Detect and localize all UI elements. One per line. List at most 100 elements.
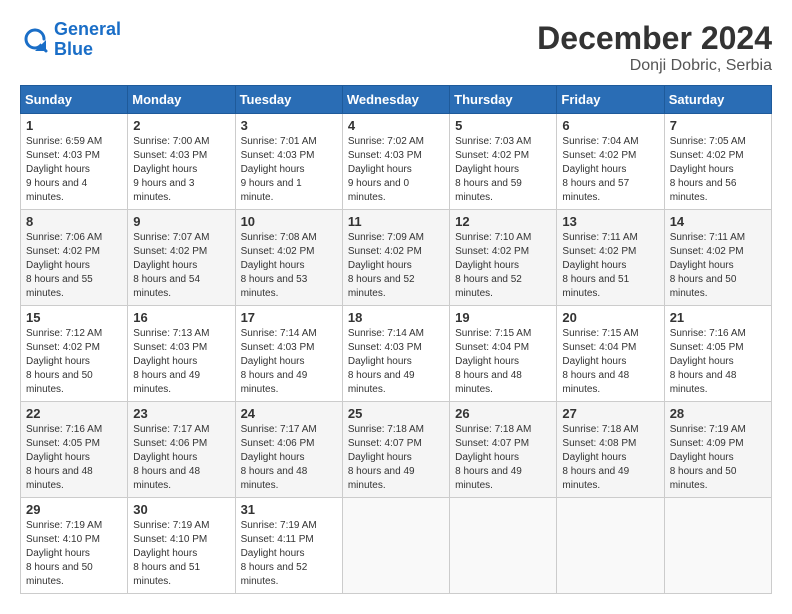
cell-content: Sunrise: 7:16 AMSunset: 4:05 PMDaylight …	[26, 423, 122, 493]
week-row-4: 22 Sunrise: 7:16 AMSunset: 4:05 PMDayligh…	[21, 402, 772, 498]
day-number: 6	[562, 118, 658, 133]
day-number: 15	[26, 310, 122, 325]
calendar-cell: 26 Sunrise: 7:18 AMSunset: 4:07 PMDayligh…	[450, 402, 557, 498]
day-number: 11	[348, 214, 444, 229]
calendar-cell: 24 Sunrise: 7:17 AMSunset: 4:06 PMDayligh…	[235, 402, 342, 498]
week-row-3: 15Sunrise: 7:12 AMSunset: 4:02 PMDayligh…	[21, 306, 772, 402]
day-number: 13	[562, 214, 658, 229]
cell-content: Sunrise: 7:19 AMSunset: 4:10 PMDaylight …	[26, 519, 122, 589]
day-number: 8	[26, 214, 122, 229]
calendar-cell: 30 Sunrise: 7:19 AMSunset: 4:10 PMDayligh…	[128, 498, 235, 594]
calendar-cell: 12 Sunrise: 7:10 AMSunset: 4:02 PMDayligh…	[450, 210, 557, 306]
calendar-cell: 7Sunrise: 7:05 AMSunset: 4:02 PMDaylight…	[664, 114, 771, 210]
day-number: 5	[455, 118, 551, 133]
cell-content: Sunrise: 7:10 AMSunset: 4:02 PMDaylight …	[455, 231, 551, 301]
day-header-sunday: Sunday	[21, 86, 128, 114]
day-number: 4	[348, 118, 444, 133]
day-number: 19	[455, 310, 551, 325]
calendar-cell: 2 Sunrise: 7:00 AMSunset: 4:03 PMDaylight…	[128, 114, 235, 210]
calendar-cell: 15Sunrise: 7:12 AMSunset: 4:02 PMDayligh…	[21, 306, 128, 402]
header-row: SundayMondayTuesdayWednesdayThursdayFrid…	[21, 86, 772, 114]
calendar-cell: 31 Sunrise: 7:19 AMSunset: 4:11 PMDayligh…	[235, 498, 342, 594]
day-number: 14	[670, 214, 766, 229]
calendar-cell	[342, 498, 449, 594]
day-number: 28	[670, 406, 766, 421]
calendar-cell: 5 Sunrise: 7:03 AMSunset: 4:02 PMDaylight…	[450, 114, 557, 210]
cell-content: Sunrise: 7:00 AMSunset: 4:03 PMDaylight …	[133, 135, 229, 205]
cell-content: Sunrise: 6:59 AMSunset: 4:03 PMDaylight …	[26, 135, 122, 205]
calendar-cell: 9Sunrise: 7:07 AMSunset: 4:02 PMDaylight…	[128, 210, 235, 306]
cell-content: Sunrise: 7:14 AMSunset: 4:03 PMDaylight …	[348, 327, 444, 397]
cell-content: Sunrise: 7:02 AMSunset: 4:03 PMDaylight …	[348, 135, 444, 205]
logo-icon	[20, 25, 50, 55]
cell-content: Sunrise: 7:05 AMSunset: 4:02 PMDaylight …	[670, 135, 766, 205]
logo: General Blue	[20, 20, 121, 60]
calendar-cell: 3Sunrise: 7:01 AMSunset: 4:03 PMDaylight…	[235, 114, 342, 210]
calendar-cell: 18 Sunrise: 7:14 AMSunset: 4:03 PMDayligh…	[342, 306, 449, 402]
day-number: 22	[26, 406, 122, 421]
calendar-cell: 8 Sunrise: 7:06 AMSunset: 4:02 PMDaylight…	[21, 210, 128, 306]
day-number: 10	[241, 214, 337, 229]
cell-content: Sunrise: 7:19 AMSunset: 4:11 PMDaylight …	[241, 519, 337, 589]
cell-content: Sunrise: 7:15 AMSunset: 4:04 PMDaylight …	[455, 327, 551, 397]
cell-content: Sunrise: 7:08 AMSunset: 4:02 PMDaylight …	[241, 231, 337, 301]
day-header-thursday: Thursday	[450, 86, 557, 114]
cell-content: Sunrise: 7:16 AMSunset: 4:05 PMDaylight …	[670, 327, 766, 397]
day-number: 31	[241, 502, 337, 517]
calendar-cell: 22 Sunrise: 7:16 AMSunset: 4:05 PMDayligh…	[21, 402, 128, 498]
calendar-cell: 10 Sunrise: 7:08 AMSunset: 4:02 PMDayligh…	[235, 210, 342, 306]
cell-content: Sunrise: 7:11 AMSunset: 4:02 PMDaylight …	[670, 231, 766, 301]
day-number: 21	[670, 310, 766, 325]
calendar-cell: 11Sunrise: 7:09 AMSunset: 4:02 PMDayligh…	[342, 210, 449, 306]
day-number: 26	[455, 406, 551, 421]
cell-content: Sunrise: 7:03 AMSunset: 4:02 PMDaylight …	[455, 135, 551, 205]
cell-content: Sunrise: 7:17 AMSunset: 4:06 PMDaylight …	[133, 423, 229, 493]
calendar-cell: 17 Sunrise: 7:14 AMSunset: 4:03 PMDayligh…	[235, 306, 342, 402]
calendar-cell	[450, 498, 557, 594]
calendar-cell: 19 Sunrise: 7:15 AMSunset: 4:04 PMDayligh…	[450, 306, 557, 402]
day-number: 20	[562, 310, 658, 325]
cell-content: Sunrise: 7:15 AMSunset: 4:04 PMDaylight …	[562, 327, 658, 397]
cell-content: Sunrise: 7:17 AMSunset: 4:06 PMDaylight …	[241, 423, 337, 493]
cell-content: Sunrise: 7:19 AMSunset: 4:10 PMDaylight …	[133, 519, 229, 589]
calendar-table: SundayMondayTuesdayWednesdayThursdayFrid…	[20, 85, 772, 594]
page-header: General Blue December 2024 Donji Dobric,…	[20, 20, 772, 75]
cell-content: Sunrise: 7:06 AMSunset: 4:02 PMDaylight …	[26, 231, 122, 301]
cell-content: Sunrise: 7:01 AMSunset: 4:03 PMDaylight …	[241, 135, 337, 205]
calendar-cell: 4 Sunrise: 7:02 AMSunset: 4:03 PMDaylight…	[342, 114, 449, 210]
calendar-cell: 13Sunrise: 7:11 AMSunset: 4:02 PMDayligh…	[557, 210, 664, 306]
day-number: 12	[455, 214, 551, 229]
day-number: 17	[241, 310, 337, 325]
month-title: December 2024	[537, 20, 772, 57]
day-number: 1	[26, 118, 122, 133]
calendar-cell: 25Sunrise: 7:18 AMSunset: 4:07 PMDayligh…	[342, 402, 449, 498]
day-number: 27	[562, 406, 658, 421]
calendar-cell: 29Sunrise: 7:19 AMSunset: 4:10 PMDayligh…	[21, 498, 128, 594]
week-row-5: 29Sunrise: 7:19 AMSunset: 4:10 PMDayligh…	[21, 498, 772, 594]
cell-content: Sunrise: 7:13 AMSunset: 4:03 PMDaylight …	[133, 327, 229, 397]
cell-content: Sunrise: 7:04 AMSunset: 4:02 PMDaylight …	[562, 135, 658, 205]
day-number: 24	[241, 406, 337, 421]
title-block: December 2024 Donji Dobric, Serbia	[537, 20, 772, 75]
day-number: 2	[133, 118, 229, 133]
cell-content: Sunrise: 7:18 AMSunset: 4:07 PMDaylight …	[455, 423, 551, 493]
day-number: 23	[133, 406, 229, 421]
calendar-cell	[557, 498, 664, 594]
calendar-cell: 28Sunrise: 7:19 AMSunset: 4:09 PMDayligh…	[664, 402, 771, 498]
day-number: 18	[348, 310, 444, 325]
day-header-friday: Friday	[557, 86, 664, 114]
calendar-cell: 27Sunrise: 7:18 AMSunset: 4:08 PMDayligh…	[557, 402, 664, 498]
cell-content: Sunrise: 7:18 AMSunset: 4:07 PMDaylight …	[348, 423, 444, 493]
day-header-tuesday: Tuesday	[235, 86, 342, 114]
week-row-2: 8 Sunrise: 7:06 AMSunset: 4:02 PMDaylight…	[21, 210, 772, 306]
day-header-monday: Monday	[128, 86, 235, 114]
day-number: 30	[133, 502, 229, 517]
week-row-1: 1 Sunrise: 6:59 AMSunset: 4:03 PMDaylight…	[21, 114, 772, 210]
calendar-cell: 21 Sunrise: 7:16 AMSunset: 4:05 PMDayligh…	[664, 306, 771, 402]
cell-content: Sunrise: 7:14 AMSunset: 4:03 PMDaylight …	[241, 327, 337, 397]
calendar-cell: 23 Sunrise: 7:17 AMSunset: 4:06 PMDayligh…	[128, 402, 235, 498]
calendar-cell: 20 Sunrise: 7:15 AMSunset: 4:04 PMDayligh…	[557, 306, 664, 402]
calendar-cell: 1 Sunrise: 6:59 AMSunset: 4:03 PMDaylight…	[21, 114, 128, 210]
day-header-saturday: Saturday	[664, 86, 771, 114]
location: Donji Dobric, Serbia	[537, 57, 772, 75]
